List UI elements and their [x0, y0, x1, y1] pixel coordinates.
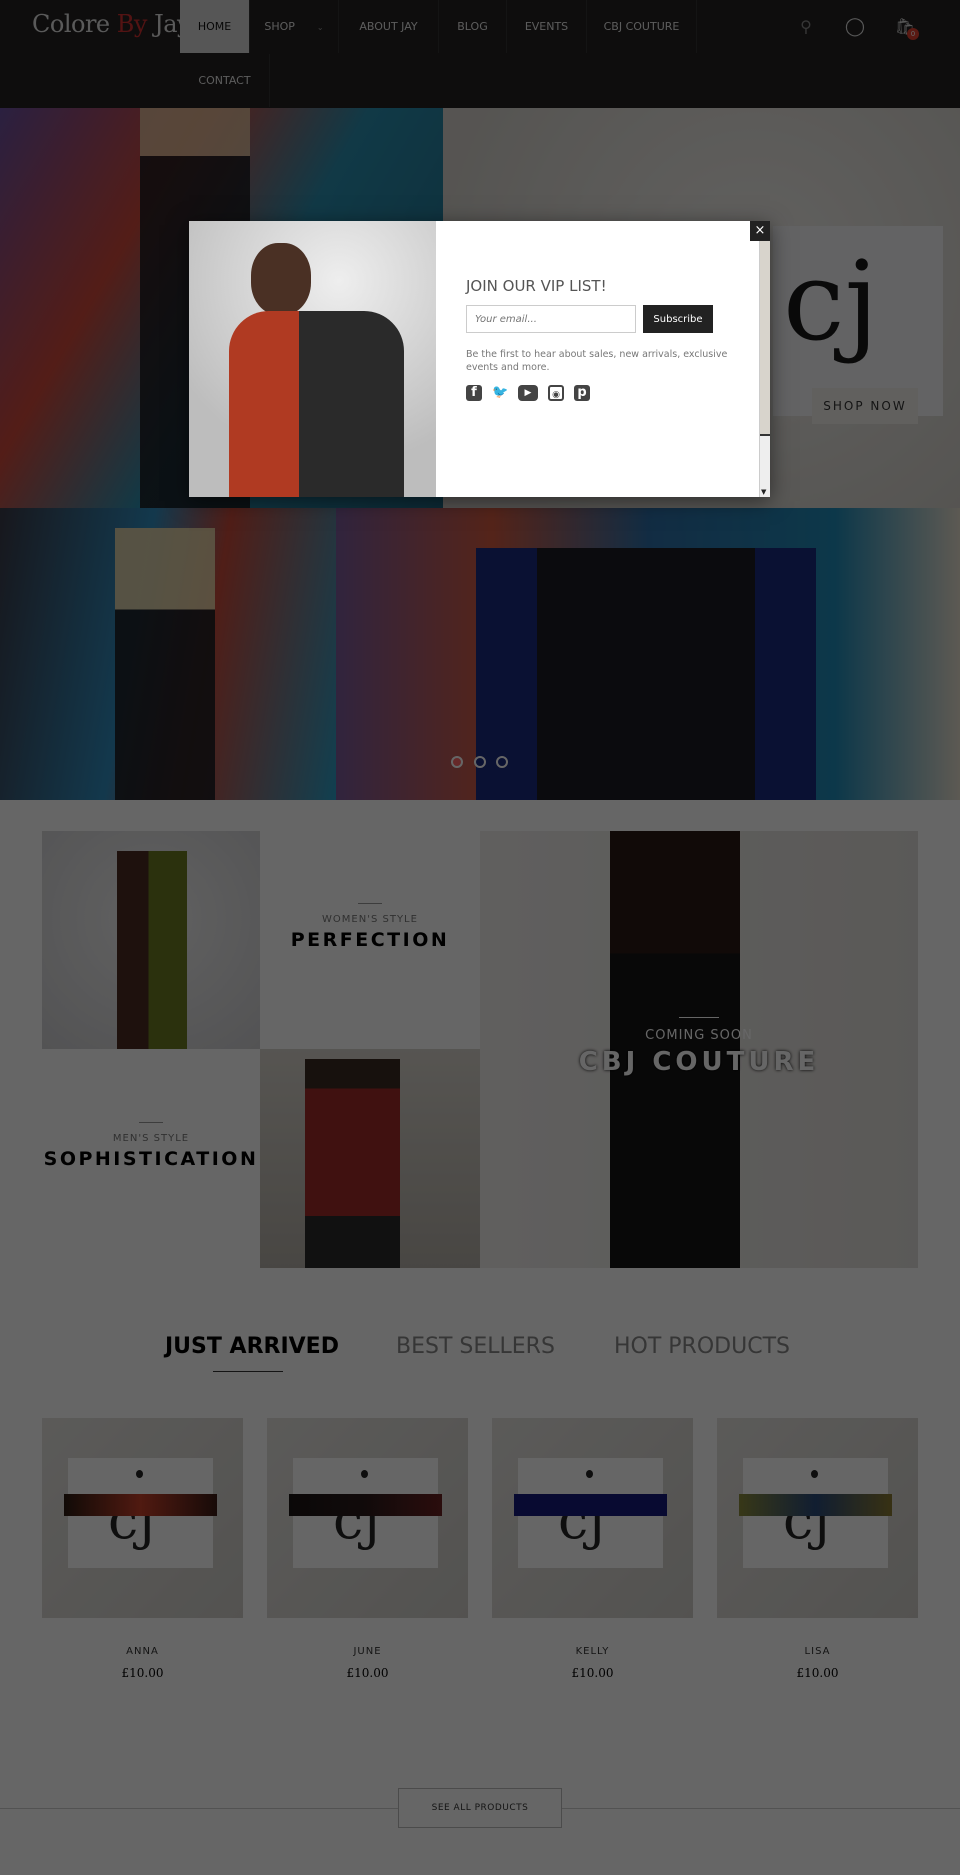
popup-scrollbar[interactable]: ▼: [759, 241, 770, 497]
shop-now-button[interactable]: SHOP NOW: [812, 388, 918, 424]
tab-best-sellers[interactable]: BEST SELLERS: [396, 1334, 555, 1359]
product-name[interactable]: LISA: [717, 1646, 918, 1657]
cj-monogram: cj: [783, 237, 879, 365]
nav-blog[interactable]: BLOG: [439, 0, 507, 53]
product-image[interactable]: cj: [492, 1418, 693, 1618]
product-name[interactable]: ANNA: [42, 1646, 243, 1657]
product-image[interactable]: cj: [717, 1418, 918, 1618]
nav-contact[interactable]: CONTACT: [180, 54, 270, 107]
popup-title: JOIN OUR VIP LIST!: [466, 277, 607, 295]
women-style-text[interactable]: WOMEN'S STYLE PERFECTION: [260, 903, 480, 951]
site-header: Colore By Jay HOME SHOP ⌄ ABOUT JAY BLOG …: [0, 0, 960, 108]
couture-title: CBJ COUTURE: [578, 1047, 820, 1077]
nav-events[interactable]: EVENTS: [507, 0, 587, 53]
scroll-down-arrow-icon[interactable]: ▼: [761, 488, 766, 496]
slider-dot-3[interactable]: [496, 756, 508, 768]
product-price: £10.00: [121, 1666, 164, 1680]
user-icon[interactable]: ◯: [840, 12, 870, 42]
facebook-icon[interactable]: f: [466, 385, 482, 401]
nav-shop[interactable]: SHOP ⌄: [250, 0, 339, 53]
vip-popup: × ▼ JOIN OUR VIP LIST! Subscribe Be the …: [189, 221, 770, 497]
women-style-image[interactable]: [42, 831, 260, 1049]
product-name[interactable]: KELLY: [492, 1646, 693, 1657]
pinterest-icon[interactable]: p: [574, 385, 590, 401]
divider: [358, 903, 382, 904]
instagram-icon[interactable]: ◉: [548, 385, 564, 401]
see-all-products-button[interactable]: SEE ALL PRODUCTS: [398, 1788, 562, 1828]
active-tab-underline: [213, 1371, 283, 1372]
hero-image-bottom-right[interactable]: [336, 508, 960, 800]
tab-just-arrived[interactable]: JUST ARRIVED: [165, 1334, 339, 1359]
product-price: £10.00: [571, 1666, 614, 1680]
chevron-down-icon: ⌄: [316, 23, 324, 32]
women-style-title: PERFECTION: [290, 929, 450, 951]
logo[interactable]: Colore By Jay: [32, 10, 191, 38]
model-figure: [117, 851, 187, 1049]
slider-dot-2[interactable]: [474, 756, 486, 768]
divider: [139, 1122, 163, 1123]
nav-home[interactable]: HOME: [180, 0, 250, 53]
popup-description: Be the first to hear about sales, new ar…: [466, 349, 728, 373]
logo-text-accent: By: [116, 10, 148, 38]
slider-dot-1[interactable]: [451, 756, 463, 768]
model-shirt: [229, 311, 404, 497]
popup-model-image: [189, 221, 436, 497]
tab-hot-products[interactable]: HOT PRODUCTS: [614, 1334, 790, 1359]
hero-image-bottom-left[interactable]: [0, 508, 336, 800]
nav-about-jay[interactable]: ABOUT JAY: [339, 0, 439, 53]
logo-text: Colore: [32, 10, 117, 38]
model-figure: [476, 548, 816, 800]
product-image[interactable]: cj: [42, 1418, 243, 1618]
product-image[interactable]: cj: [267, 1418, 468, 1618]
model-figure: [115, 528, 215, 800]
couture-image[interactable]: COMING SOON CBJ COUTURE: [480, 831, 918, 1268]
search-icon[interactable]: ⚲: [791, 12, 821, 42]
couture-text: COMING SOON CBJ COUTURE: [480, 1017, 918, 1077]
cart-count-badge: 0: [907, 28, 919, 40]
youtube-icon[interactable]: ▶: [518, 385, 538, 401]
men-style-text[interactable]: MEN'S STYLE SOPHISTICATION: [42, 1122, 260, 1170]
men-style-title: SOPHISTICATION: [43, 1148, 259, 1170]
model-head: [251, 243, 311, 315]
product-price: £10.00: [346, 1666, 389, 1680]
men-style-image[interactable]: [260, 1049, 480, 1268]
model-figure: [305, 1059, 400, 1268]
women-style-subtitle: WOMEN'S STYLE: [322, 914, 418, 925]
nav-shop-label: SHOP: [264, 20, 295, 33]
email-input[interactable]: [466, 305, 636, 333]
shopping-bag-icon[interactable]: 🛍 0: [890, 12, 920, 42]
divider: [679, 1017, 719, 1018]
close-icon[interactable]: ×: [750, 221, 770, 241]
couture-subtitle: COMING SOON: [645, 1028, 753, 1043]
subscribe-button[interactable]: Subscribe: [643, 305, 713, 333]
twitter-icon[interactable]: 🐦: [492, 385, 508, 401]
men-style-subtitle: MEN'S STYLE: [112, 1133, 190, 1144]
product-name[interactable]: JUNE: [267, 1646, 468, 1657]
nav-cbj-couture[interactable]: CBJ COUTURE: [587, 0, 697, 53]
product-price: £10.00: [796, 1666, 839, 1680]
